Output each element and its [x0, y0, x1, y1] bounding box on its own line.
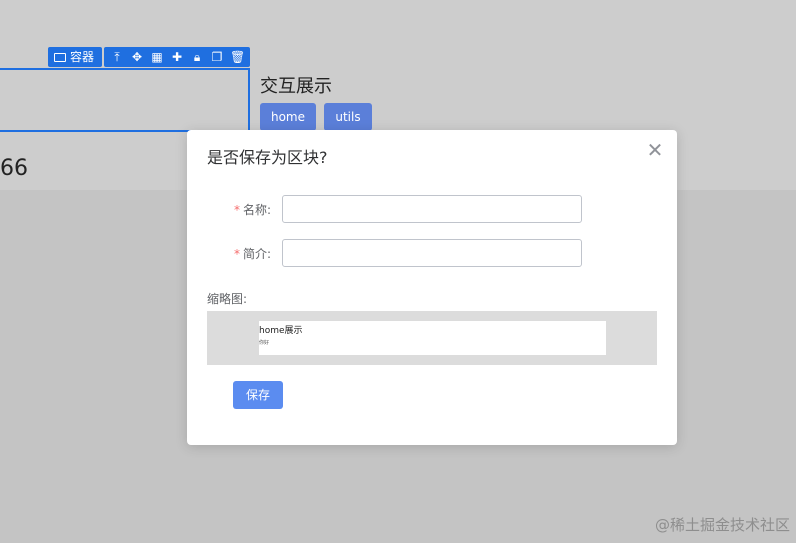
thumbnail-title: home展示	[259, 326, 303, 336]
desc-row: * 简介:	[187, 239, 677, 267]
close-icon[interactable]: ✕	[645, 140, 665, 160]
thumbnail-preview: home展示 你好	[207, 311, 657, 365]
required-mark: *	[233, 247, 240, 261]
thumbnail-content: home展示 你好	[259, 321, 606, 355]
copy-icon[interactable]: ❐	[210, 47, 224, 67]
delete-icon[interactable]: 🗑︎	[230, 47, 245, 67]
lock-icon[interactable]: 🔒︎	[190, 47, 204, 67]
plus-icon[interactable]: ✚	[170, 47, 184, 67]
desc-label: * 简介:	[233, 247, 271, 261]
name-row: * 名称:	[187, 195, 677, 223]
save-block-dialog: 是否保存为区块? ✕ * 名称: * 简介: 缩略图: home展示 你好 保存	[187, 130, 677, 445]
dialog-title: 是否保存为区块?	[207, 148, 328, 167]
name-input[interactable]	[282, 195, 582, 223]
move-icon[interactable]: ✥	[130, 47, 144, 67]
arrow-top-icon[interactable]: ⤒	[110, 47, 124, 67]
name-label: * 名称:	[233, 203, 271, 217]
watermark: @稀土掘金技术社区	[654, 516, 790, 534]
canvas-heading: 交互展示	[260, 76, 332, 97]
container-tag[interactable]: 容器	[48, 47, 103, 67]
utils-button[interactable]: utils	[324, 103, 372, 131]
container-tag-label: 容器	[70, 50, 95, 64]
canvas-number-text: 66	[0, 156, 28, 181]
component-toolbar: 容器 ⤒ ✥ ▦ ✚ 🔒︎ ❐ 🗑︎	[48, 47, 251, 67]
thumbnail-subtext: 你好	[259, 340, 270, 346]
container-icon	[54, 52, 66, 62]
toolbar-actions: ⤒ ✥ ▦ ✚ 🔒︎ ❐ 🗑︎	[104, 47, 251, 67]
save-button[interactable]: 保存	[233, 381, 283, 409]
home-button[interactable]: home	[260, 103, 316, 131]
container-selection-box[interactable]	[0, 68, 250, 132]
thumbnail-label: 缩略图:	[207, 292, 248, 306]
required-mark: *	[233, 203, 240, 217]
grid-icon[interactable]: ▦	[150, 47, 164, 67]
desc-input[interactable]	[282, 239, 582, 267]
